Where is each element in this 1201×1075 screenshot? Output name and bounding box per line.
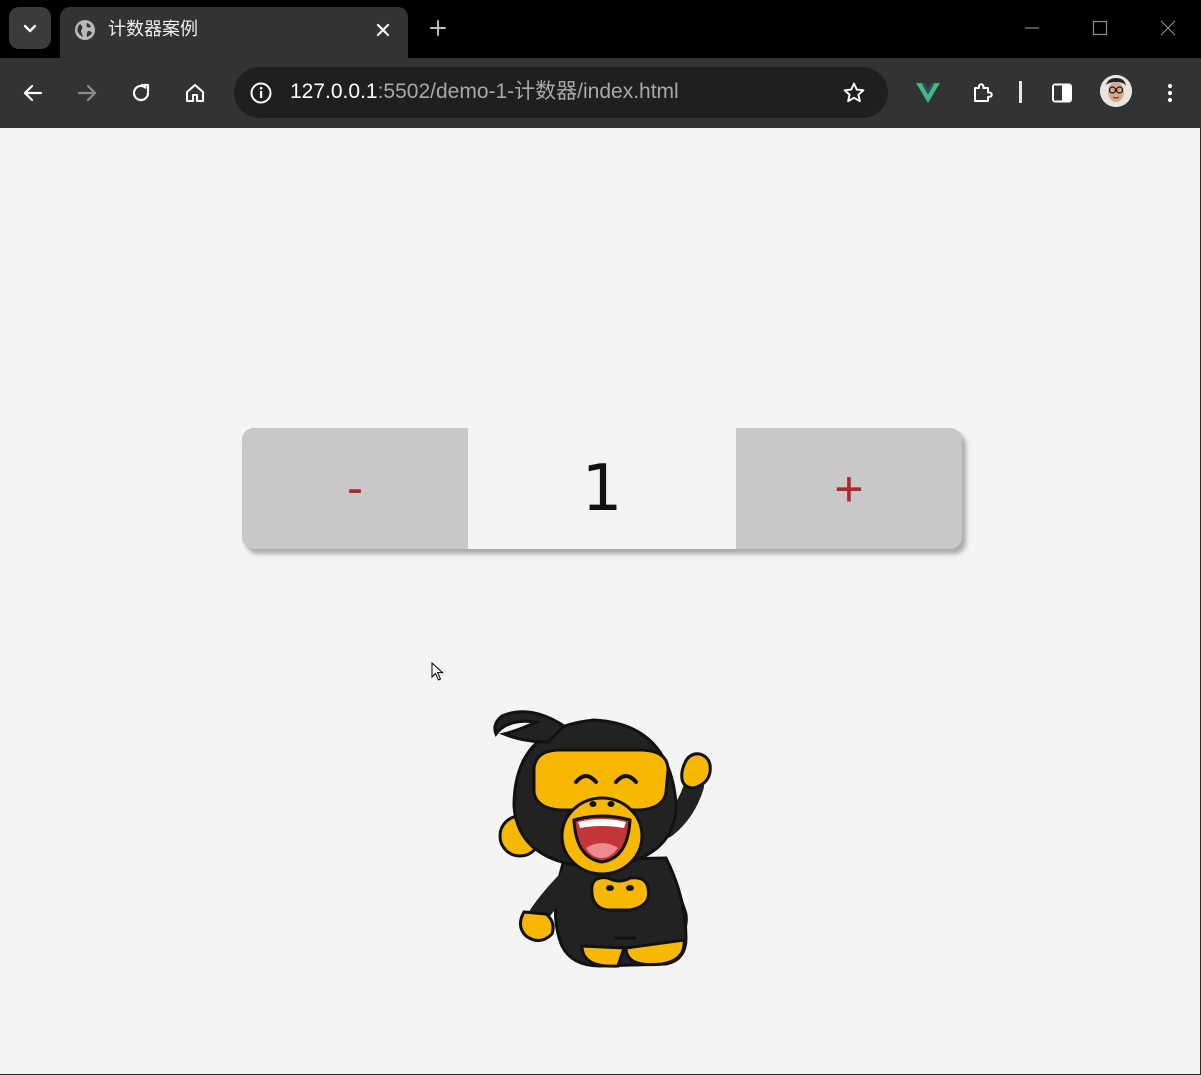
close-icon — [376, 23, 390, 37]
mouse-cursor-icon — [431, 662, 444, 681]
profile-picture-icon — [1100, 75, 1132, 107]
minimize-button[interactable] — [1018, 14, 1046, 42]
side-panel-icon — [1052, 83, 1072, 103]
counter-value: 1 — [468, 428, 736, 549]
extensions-button[interactable] — [966, 76, 1000, 110]
maximize-button[interactable] — [1086, 14, 1114, 42]
puzzle-icon — [974, 83, 993, 102]
close-icon — [1160, 20, 1176, 36]
home-icon — [185, 83, 205, 103]
url-path: :5502/demo-1-计数器/index.html — [377, 80, 679, 103]
page-viewport: - 1 + — [0, 128, 1201, 1075]
tab-search-button[interactable] — [9, 7, 51, 49]
arrow-left-icon — [23, 84, 43, 102]
back-button[interactable] — [16, 76, 50, 110]
reload-button[interactable] — [124, 76, 158, 110]
info-icon — [250, 82, 272, 104]
chevron-down-icon — [23, 24, 37, 33]
browser-window: 计数器案例 127.0.0.1:5502/demo-1-计数器/index.ht… — [0, 0, 1201, 1075]
active-tab[interactable]: 计数器案例 — [60, 7, 408, 58]
profile-avatar[interactable] — [1100, 75, 1132, 107]
home-button[interactable] — [178, 76, 212, 110]
monkey-mascot-illustration — [493, 710, 712, 968]
maximize-icon — [1092, 20, 1108, 36]
forward-button[interactable] — [70, 76, 104, 110]
menu-button[interactable] — [1153, 76, 1187, 110]
url-text[interactable]: 127.0.0.1:5502/demo-1-计数器/index.html — [290, 79, 679, 105]
window-close-button[interactable] — [1154, 14, 1182, 42]
bookmark-button[interactable] — [840, 79, 868, 107]
more-vertical-icon — [1167, 83, 1173, 103]
tab-close-button[interactable] — [372, 19, 394, 41]
star-icon — [843, 82, 865, 103]
address-bar[interactable]: 127.0.0.1:5502/demo-1-计数器/index.html — [234, 67, 888, 118]
plus-icon — [430, 20, 446, 36]
globe-icon — [75, 20, 95, 40]
browser-toolbar: 127.0.0.1:5502/demo-1-计数器/index.html — [0, 58, 1201, 128]
new-tab-button[interactable] — [424, 14, 452, 42]
tab-title: 计数器案例 — [108, 19, 198, 40]
minimize-icon — [1025, 27, 1039, 29]
decrement-button[interactable]: - — [242, 428, 468, 549]
site-info-button[interactable] — [246, 78, 276, 108]
vue-logo-icon — [916, 83, 940, 103]
side-panel-button[interactable] — [1045, 76, 1079, 110]
toolbar-divider — [1019, 81, 1022, 103]
url-host: 127.0.0.1 — [290, 80, 378, 103]
tab-strip: 计数器案例 — [0, 0, 1201, 58]
arrow-right-icon — [77, 84, 97, 102]
increment-button[interactable]: + — [736, 428, 962, 549]
vue-devtools-extension-button[interactable] — [911, 76, 945, 110]
reload-icon — [132, 83, 150, 102]
counter-widget: - 1 + — [242, 428, 962, 549]
